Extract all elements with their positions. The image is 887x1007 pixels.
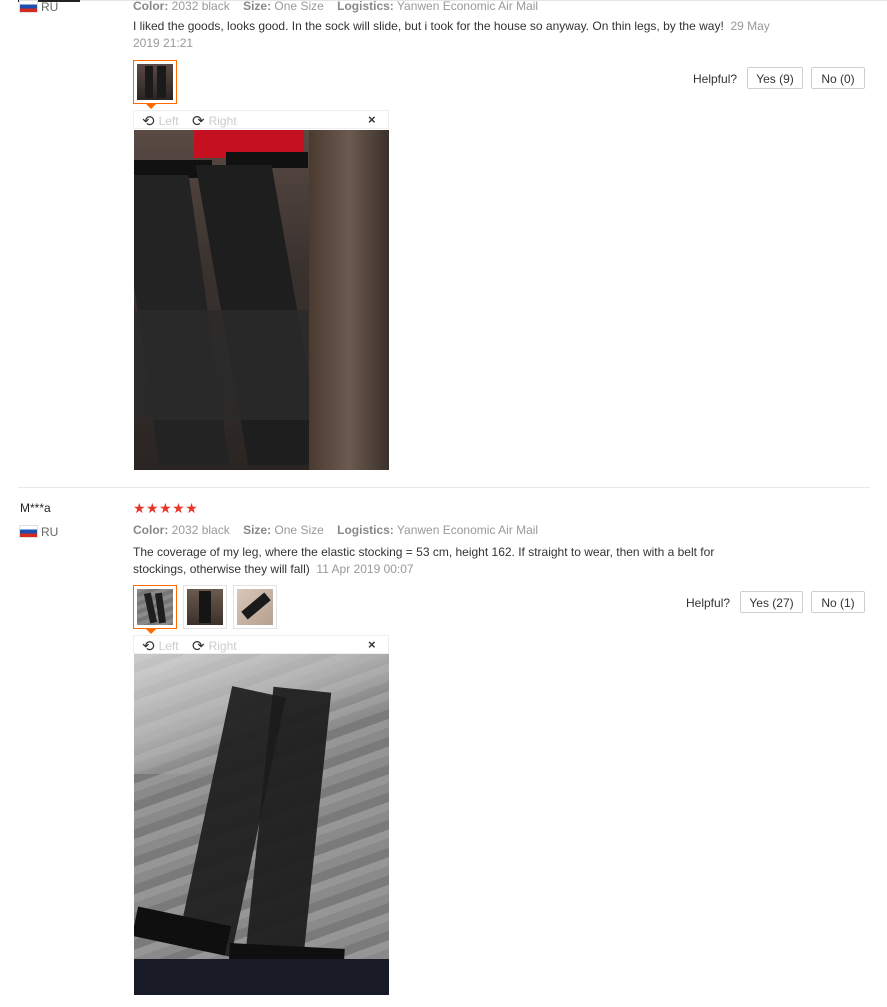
review-divider <box>18 487 870 488</box>
rotate-right-button[interactable]: ⟳ Right <box>192 112 237 130</box>
photo-thumbnail-image <box>137 64 173 100</box>
review-photo-thumbnail[interactable] <box>133 60 177 104</box>
review-photo-large <box>134 654 389 995</box>
helpful-label: Helpful? <box>686 596 731 610</box>
review-meta: Color: 2032 black Size: One Size Logisti… <box>133 0 539 13</box>
review-photo-thumbnail[interactable] <box>133 585 177 629</box>
photo-thumbnail-image <box>187 589 223 625</box>
russia-flag-icon <box>20 526 37 537</box>
review-date: 11 Apr 2019 00:07 <box>316 562 414 576</box>
close-photo-button[interactable]: × <box>368 637 376 652</box>
rotate-right-button[interactable]: ⟳ Right <box>192 637 237 655</box>
rotate-left-icon: ⟲ <box>142 113 155 130</box>
helpful-yes-button[interactable]: Yes (27) <box>740 591 803 613</box>
rotate-right-icon: ⟳ <box>192 638 205 655</box>
star-rating: ★★★★★ <box>133 500 199 516</box>
review-photo-thumbnail[interactable] <box>233 585 277 629</box>
review-text: I liked the goods, looks good. In the so… <box>133 19 770 50</box>
helpful-no-button[interactable]: No (0) <box>811 67 865 89</box>
close-photo-button[interactable]: × <box>368 112 376 127</box>
rotate-left-button[interactable]: ⟲ Left <box>142 637 179 655</box>
rotate-right-icon: ⟳ <box>192 113 205 130</box>
review-photo-large <box>134 130 389 470</box>
active-thumbnail-caret <box>146 104 156 109</box>
review-meta: Color: 2032 black Size: One Size Logisti… <box>133 523 539 537</box>
helpful-yes-button[interactable]: Yes (9) <box>747 67 803 89</box>
rotate-left-button[interactable]: ⟲ Left <box>142 112 179 130</box>
reviewer-country: RU <box>20 0 58 14</box>
review-text: The coverage of my leg, where the elasti… <box>133 545 715 576</box>
rotate-left-icon: ⟲ <box>142 638 155 655</box>
reviewer-name: M***a <box>20 501 51 515</box>
helpful-label: Helpful? <box>693 72 738 86</box>
photo-toolbar: ⟲ Left ⟳ Right × <box>133 635 389 655</box>
active-thumbnail-caret <box>146 629 156 634</box>
review-photo-thumbnail[interactable] <box>183 585 227 629</box>
photo-thumbnail-image <box>137 589 173 625</box>
reviewer-country: RU <box>20 525 58 539</box>
helpful-no-button[interactable]: No (1) <box>811 591 865 613</box>
photo-thumbnail-image <box>237 589 273 625</box>
photo-toolbar: ⟲ Left ⟳ Right × <box>133 110 389 130</box>
russia-flag-icon <box>20 1 37 12</box>
